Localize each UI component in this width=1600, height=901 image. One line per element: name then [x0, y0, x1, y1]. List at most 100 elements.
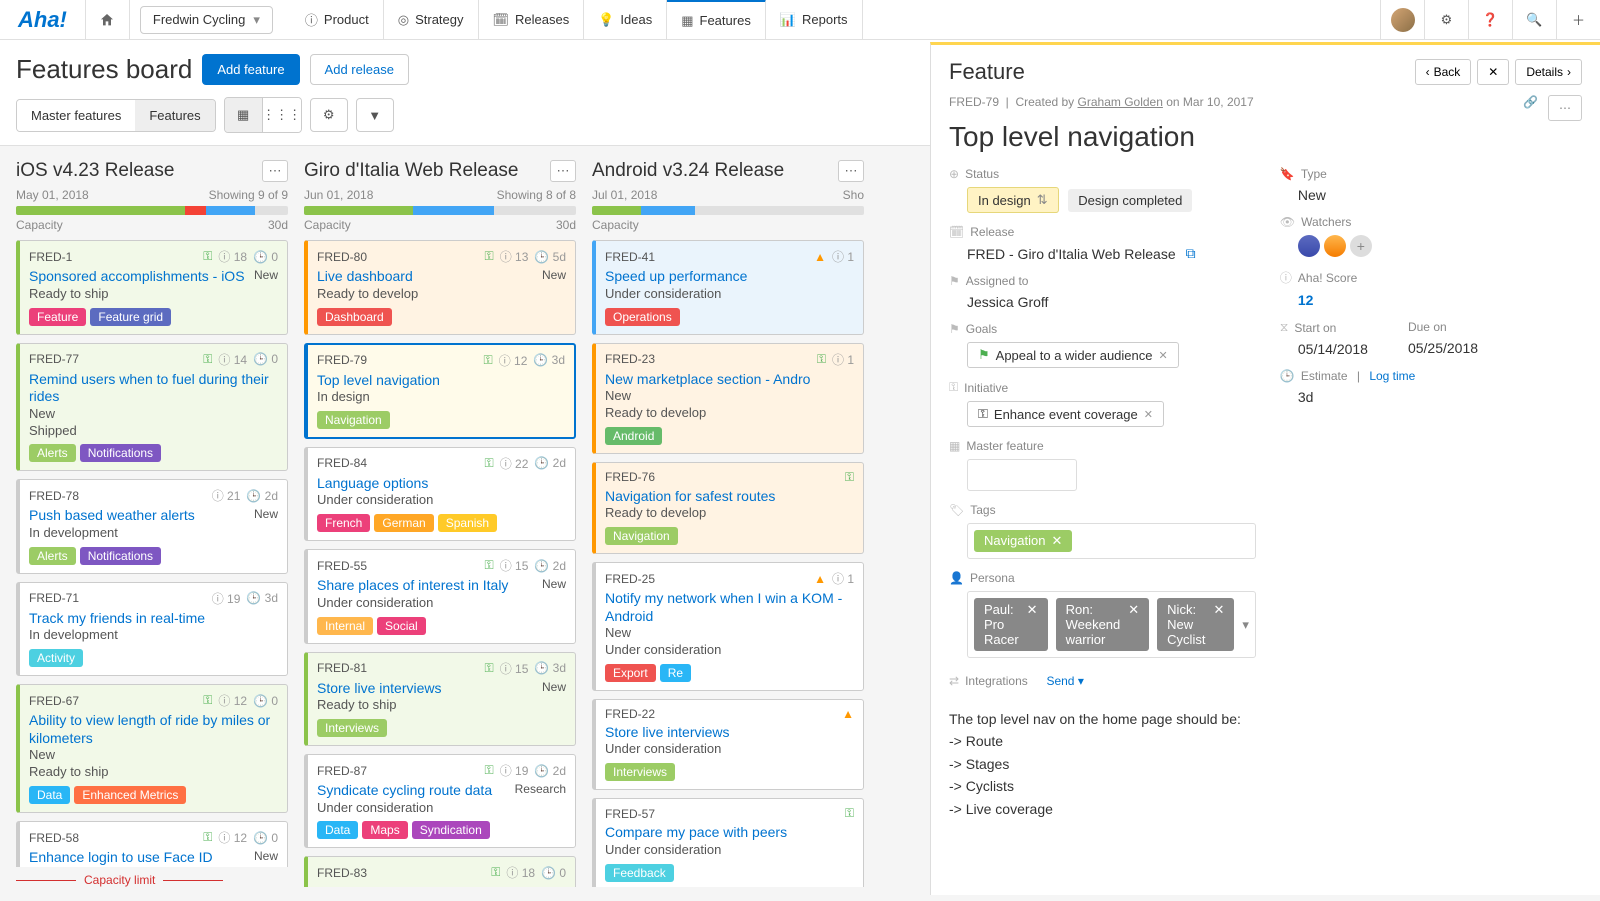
feature-card[interactable]: FRED-87⚿ⓘ 19🕒 2d Syndicate cycling route…: [304, 754, 576, 848]
tag[interactable]: Alerts: [29, 444, 76, 462]
tag[interactable]: Feedback: [605, 864, 674, 882]
card-title[interactable]: Sponsored accomplishments - iOS: [29, 268, 245, 284]
type-value[interactable]: New: [1280, 187, 1582, 203]
start-date[interactable]: 05/14/2018: [1280, 341, 1368, 357]
tag[interactable]: Internal: [317, 617, 373, 635]
user-avatar[interactable]: [1380, 0, 1424, 39]
watcher-avatar[interactable]: [1324, 235, 1346, 257]
status-select[interactable]: In design ⇅: [967, 187, 1059, 213]
initiative-chip[interactable]: ⚿Enhance event coverage✕: [967, 401, 1164, 427]
nav-features[interactable]: ▦Features: [667, 0, 766, 39]
status-action-button[interactable]: Design completed: [1068, 189, 1192, 212]
tag[interactable]: Dashboard: [317, 308, 392, 326]
feature-card[interactable]: FRED-81⚿ⓘ 15🕒 3d Store live interviewsNe…: [304, 652, 576, 746]
add-button[interactable]: ＋: [1556, 0, 1600, 39]
feature-card[interactable]: FRED-22▲ Store live interviews Under con…: [592, 699, 864, 790]
tag[interactable]: Interviews: [317, 719, 387, 737]
tag[interactable]: Feature grid: [90, 308, 171, 326]
details-button[interactable]: Details›: [1515, 59, 1582, 85]
nav-ideas[interactable]: 💡Ideas: [584, 0, 667, 39]
persona-input[interactable]: Paul: Pro Racer✕ Ron: Weekend warrior✕ N…: [967, 591, 1256, 658]
card-title[interactable]: Track my friends in real-time: [29, 610, 205, 626]
more-menu-button[interactable]: ⋯: [1548, 95, 1582, 121]
remove-icon[interactable]: ✕: [1051, 533, 1062, 549]
filter-button[interactable]: ▼: [356, 98, 394, 132]
feature-card[interactable]: FRED-78ⓘ 21🕒 2d Push based weather alert…: [16, 479, 288, 573]
workspace-selector[interactable]: Fredwin Cycling ▾: [140, 6, 273, 34]
score-link[interactable]: 12: [1280, 292, 1582, 308]
feature-card[interactable]: FRED-76⚿ Navigation for safest routes Re…: [592, 462, 864, 554]
tag[interactable]: German: [374, 514, 433, 532]
tag[interactable]: Enhanced Metrics: [74, 786, 186, 804]
tag[interactable]: Social: [377, 617, 426, 635]
card-title[interactable]: Share places of interest in Italy: [317, 577, 508, 593]
card-title[interactable]: Remind users when to fuel during their r…: [29, 371, 269, 405]
tag[interactable]: Operations: [605, 308, 680, 326]
add-feature-button[interactable]: Add feature: [202, 54, 299, 85]
column-menu-button[interactable]: ⋯: [838, 160, 864, 182]
help-button[interactable]: ❓: [1468, 0, 1512, 39]
tag[interactable]: Spanish: [438, 514, 497, 532]
tag[interactable]: Alerts: [29, 547, 76, 565]
release-value[interactable]: FRED - Giro d'Italia Web Release: [967, 246, 1176, 262]
tag[interactable]: French: [317, 514, 370, 532]
link-icon[interactable]: 🔗: [1523, 95, 1538, 121]
card-title[interactable]: Compare my pace with peers: [605, 824, 787, 840]
remove-icon[interactable]: ✕: [1159, 349, 1168, 362]
settings-view-button[interactable]: ⚙: [310, 98, 348, 132]
feature-card[interactable]: FRED-84⚿ⓘ 22🕒 2d Language options Under …: [304, 447, 576, 541]
feature-card[interactable]: FRED-25▲ⓘ 1 Notify my network when I win…: [592, 562, 864, 691]
nav-product[interactable]: ⓘProduct: [291, 0, 384, 39]
card-title[interactable]: Enhance login to use Face ID: [29, 849, 213, 865]
tag[interactable]: Android: [605, 427, 662, 445]
feature-card[interactable]: FRED-58⚿ⓘ 12🕒 0 Enhance login to use Fac…: [16, 821, 288, 867]
card-title[interactable]: New marketplace section - Andro: [605, 371, 810, 387]
feature-card[interactable]: FRED-80⚿ⓘ 13🕒 5d Live dashboardNew Ready…: [304, 240, 576, 334]
tag[interactable]: Notifications: [80, 547, 161, 565]
tag[interactable]: Feature: [29, 308, 86, 326]
board-view-button[interactable]: ▦: [225, 98, 263, 132]
card-title[interactable]: Language options: [317, 475, 428, 491]
nav-reports[interactable]: 📊Reports: [766, 0, 863, 39]
tag[interactable]: Data: [317, 821, 358, 839]
tag[interactable]: Navigation: [317, 411, 390, 429]
tag[interactable]: Re: [660, 664, 691, 682]
card-title[interactable]: Top level navigation: [317, 372, 440, 388]
card-title[interactable]: Store live interviews: [317, 680, 442, 696]
tag[interactable]: Data: [29, 786, 70, 804]
feature-card[interactable]: FRED-57⚿ Compare my pace with peers Unde…: [592, 798, 864, 887]
feature-card[interactable]: FRED-67⚿ⓘ 12🕒 0 Ability to view length o…: [16, 684, 288, 813]
tag[interactable]: Interviews: [605, 763, 675, 781]
tags-input[interactable]: Navigation✕: [967, 523, 1256, 559]
features-tab[interactable]: Features: [135, 100, 214, 131]
card-title[interactable]: Navigation for safest routes: [605, 488, 775, 504]
tag-chip[interactable]: Navigation✕: [974, 530, 1072, 552]
estimate-value[interactable]: 3d: [1280, 389, 1582, 405]
tag[interactable]: Navigation: [605, 527, 678, 545]
tag[interactable]: Maps: [362, 821, 407, 839]
external-link-icon[interactable]: ⧉: [1186, 245, 1196, 262]
feature-card[interactable]: FRED-79⚿ⓘ 12🕒 3d Top level navigation In…: [304, 343, 576, 439]
log-time-link[interactable]: Log time: [1369, 369, 1415, 383]
settings-button[interactable]: ⚙: [1424, 0, 1468, 39]
nav-releases[interactable]: 🗓Releases: [479, 0, 585, 39]
card-title[interactable]: Live dashboard: [317, 268, 413, 284]
add-watcher-button[interactable]: +: [1350, 235, 1372, 257]
close-panel-button[interactable]: ✕: [1477, 59, 1509, 85]
feature-card[interactable]: FRED-77⚿ⓘ 14🕒 0 Remind users when to fue…: [16, 343, 288, 472]
feature-card[interactable]: FRED-83⚿ⓘ 18🕒 0 Highlight tour stages Sh…: [304, 856, 576, 887]
watcher-avatar[interactable]: [1298, 235, 1320, 257]
search-button[interactable]: 🔍: [1512, 0, 1556, 39]
tag[interactable]: Activity: [29, 649, 83, 667]
card-title[interactable]: Push based weather alerts: [29, 507, 195, 523]
assignee[interactable]: Jessica Groff: [949, 294, 1256, 310]
author-link[interactable]: Graham Golden: [1078, 95, 1163, 109]
card-title[interactable]: Syndicate cycling route data: [317, 782, 492, 798]
back-button[interactable]: ‹Back: [1415, 59, 1472, 85]
nav-strategy[interactable]: ◎Strategy: [384, 0, 479, 39]
remove-icon[interactable]: ✕: [1213, 602, 1224, 647]
master-feature-input[interactable]: [967, 459, 1077, 491]
column-menu-button[interactable]: ⋯: [262, 160, 288, 182]
tag[interactable]: Notifications: [80, 444, 161, 462]
persona-chip[interactable]: Ron: Weekend warrior✕: [1056, 598, 1150, 651]
